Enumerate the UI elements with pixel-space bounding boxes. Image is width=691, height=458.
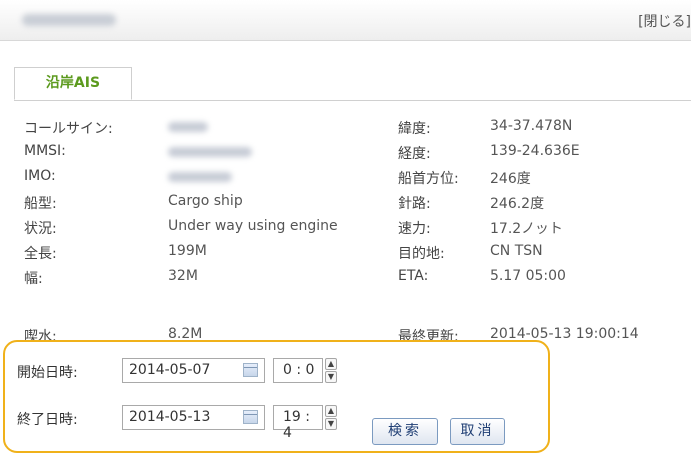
start-datetime-label: 開始日時: <box>17 365 78 381</box>
spinner-down-icon[interactable]: ▼ <box>325 418 337 430</box>
status-label: 状況: <box>24 221 57 237</box>
close-link[interactable]: [閉じる] <box>638 11 691 31</box>
tab-coastal-ais[interactable]: 沿岸AIS <box>14 67 132 100</box>
end-time-input[interactable]: 19 : 4 <box>273 405 323 441</box>
length-label: 全長: <box>24 246 57 262</box>
course-label: 針路: <box>398 196 431 212</box>
end-date-input[interactable]: 2014-05-13 <box>122 405 265 430</box>
mmsi-label: MMSI: <box>24 143 66 159</box>
beam-label: 幅: <box>24 271 43 287</box>
heading-label: 船首方位: <box>398 171 459 187</box>
end-datetime-label: 終了日時: <box>17 412 78 428</box>
longitude-value: 139-24.636E <box>490 143 580 159</box>
longitude-label: 経度: <box>398 146 431 162</box>
course-value: 246.2度 <box>490 196 545 212</box>
popup-header: [閉じる] <box>0 0 691 41</box>
eta-label: ETA: <box>398 268 429 284</box>
destination-value: CN TSN <box>490 243 543 259</box>
spinner-down-icon[interactable]: ▼ <box>325 371 337 383</box>
destination-label: 目的地: <box>398 246 445 262</box>
end-time-value: 19 : 4 <box>283 409 310 441</box>
callsign-label: コールサイン: <box>24 121 113 137</box>
imo-value-redacted <box>168 172 232 182</box>
length-value: 199M <box>168 243 207 259</box>
start-time-value: 0 : 0 <box>283 362 315 378</box>
spinner-up-icon[interactable]: ▲ <box>325 358 337 370</box>
callsign-value-redacted <box>168 122 208 132</box>
ship-name-redacted <box>22 14 116 26</box>
start-date-input[interactable]: 2014-05-07 <box>122 358 265 383</box>
eta-value: 5.17 05:00 <box>490 268 566 284</box>
tab-bar: 沿岸AIS <box>14 67 691 101</box>
status-value: Under way using engine <box>168 218 338 234</box>
start-time-input[interactable]: 0 : 0 <box>273 358 323 383</box>
search-button[interactable]: 検索 <box>372 418 438 445</box>
start-date-value: 2014-05-07 <box>129 362 211 378</box>
mmsi-value-redacted <box>168 147 252 157</box>
end-date-value: 2014-05-13 <box>129 409 211 425</box>
vessel-info-table: コールサイン: MMSI: IMO: 船型: Cargo ship 状況: Un… <box>0 112 691 342</box>
speed-value: 17.2ノット <box>490 221 563 237</box>
calendar-icon[interactable] <box>243 410 258 424</box>
date-range-panel: 開始日時: 2014-05-07 0 : 0 ▲ ▼ 終了日時: 2014-05… <box>3 340 550 453</box>
end-time-spinner: ▲ ▼ <box>325 405 337 430</box>
ship-type-label: 船型: <box>24 196 57 212</box>
speed-label: 速力: <box>398 221 431 237</box>
spinner-up-icon[interactable]: ▲ <box>325 405 337 417</box>
latitude-label: 緯度: <box>398 121 431 137</box>
ship-type-value: Cargo ship <box>168 193 243 209</box>
calendar-icon[interactable] <box>243 363 258 377</box>
beam-value: 32M <box>168 268 198 284</box>
heading-value: 246度 <box>490 171 531 187</box>
cancel-button[interactable]: 取消 <box>450 418 505 445</box>
latitude-value: 34-37.478N <box>490 118 573 134</box>
imo-label: IMO: <box>24 168 56 184</box>
start-time-spinner: ▲ ▼ <box>325 358 337 383</box>
